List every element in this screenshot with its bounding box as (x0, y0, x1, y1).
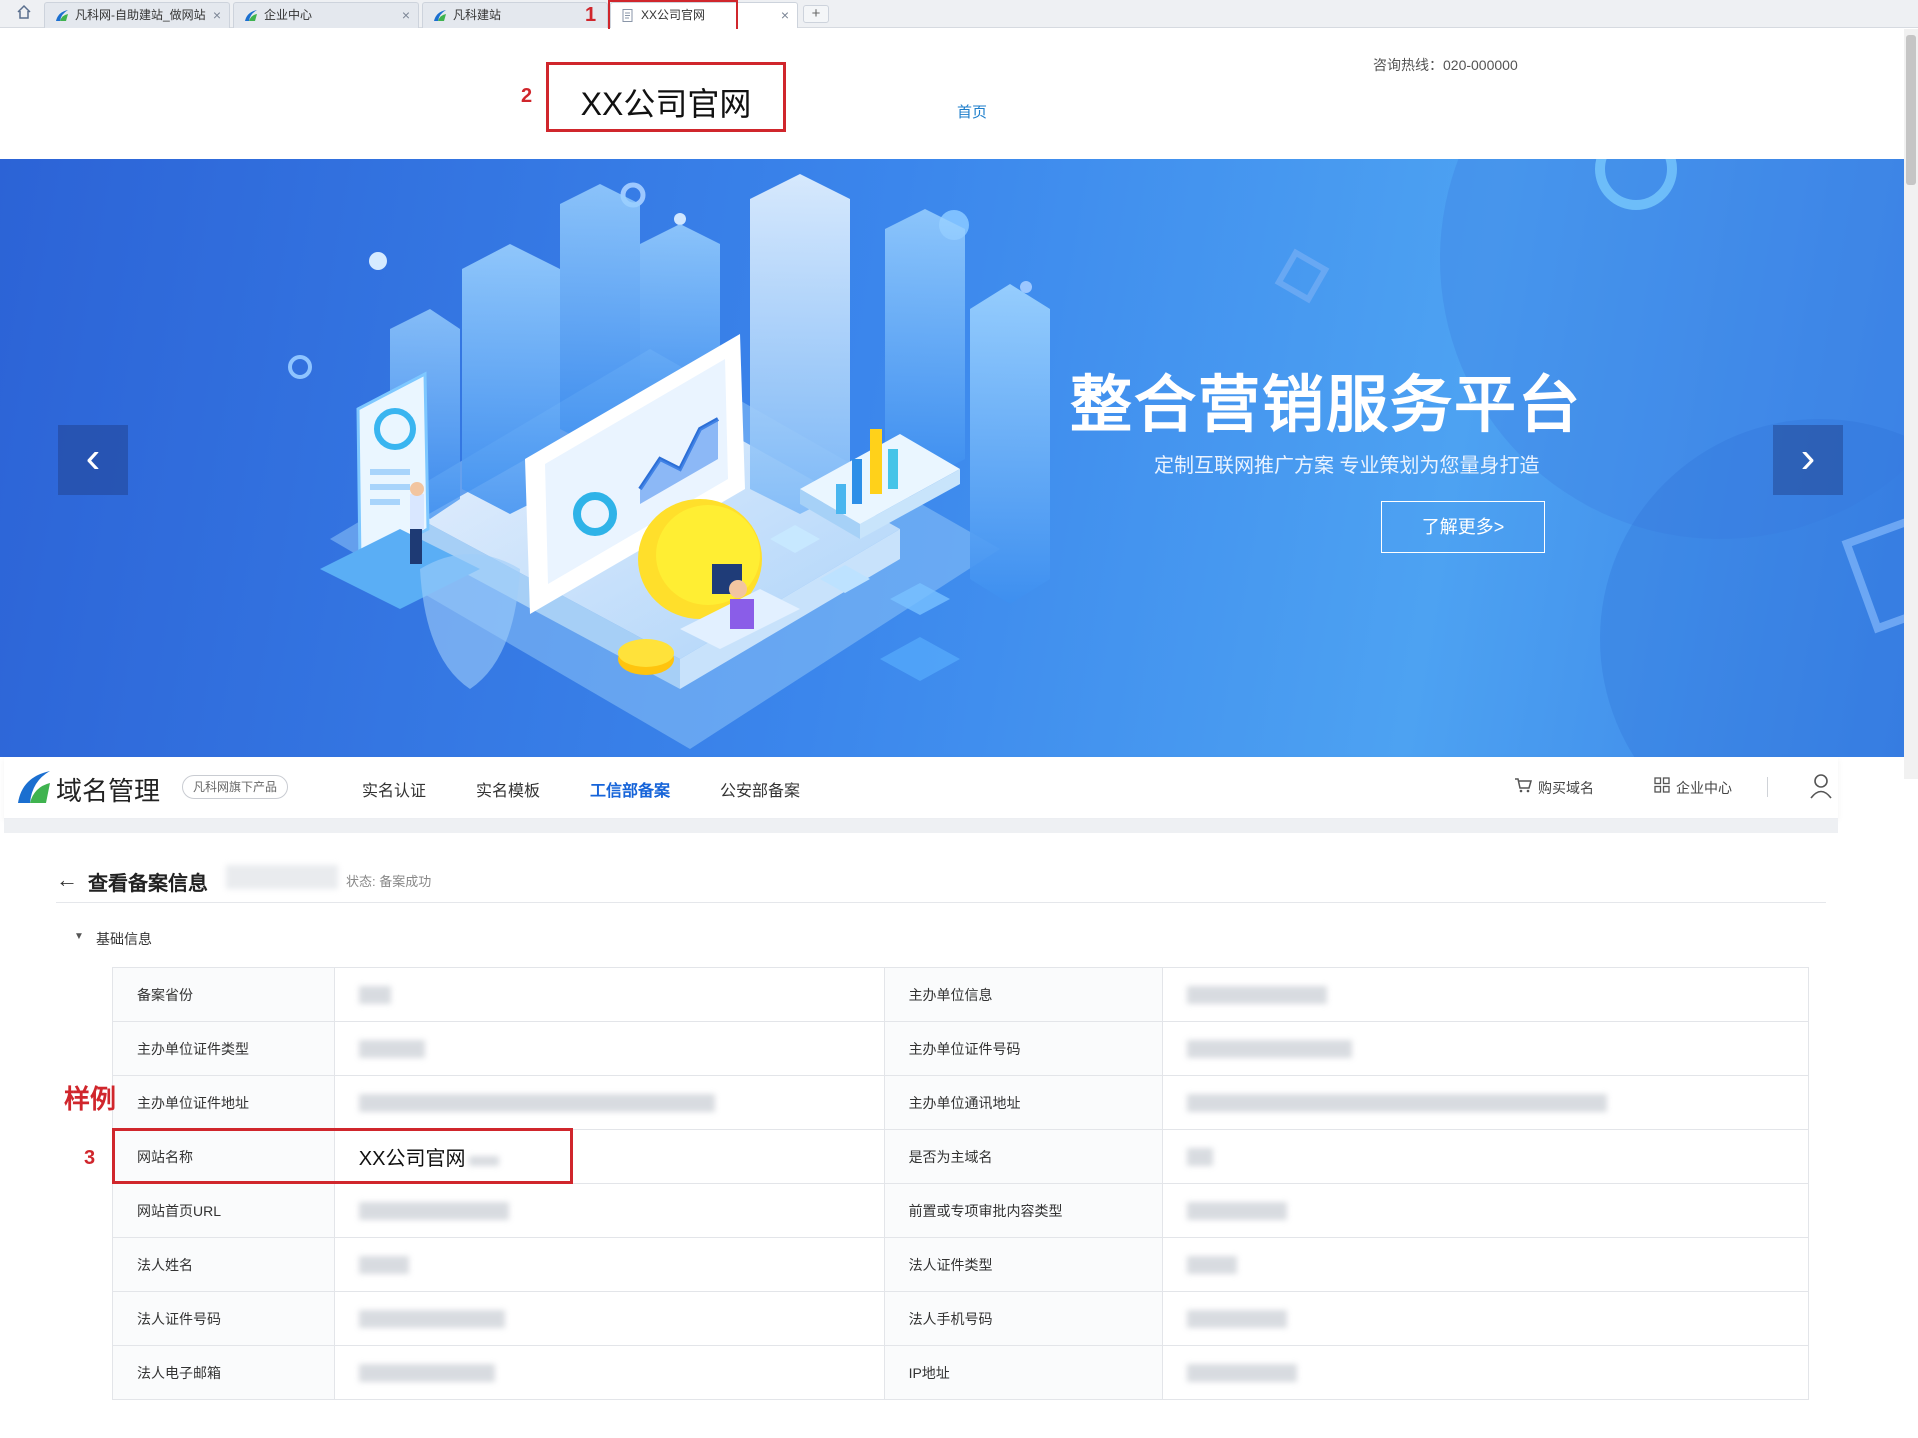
field-value (333, 1183, 885, 1238)
field-label: 是否为主域名 (883, 1129, 1164, 1184)
enterprise-center-link[interactable]: 企业中心 (1654, 777, 1732, 798)
table-row: 主办单位证件类型 主办单位证件号码 (112, 1021, 1809, 1076)
table-row: 法人电子邮箱 IP地址 (112, 1345, 1809, 1400)
field-value (1162, 1021, 1809, 1076)
field-value (333, 1021, 885, 1076)
enterprise-center-label: 企业中心 (1676, 780, 1732, 796)
annotation-number-2: 2 (521, 85, 533, 107)
new-tab-button[interactable]: + (803, 5, 829, 23)
user-icon[interactable] (1809, 773, 1833, 799)
table-row: 备案省份 主办单位信息 (112, 967, 1809, 1022)
tab-label: 凡科建站 (453, 8, 502, 22)
detail-title: 查看备案信息 (88, 873, 208, 895)
table-row: 法人证件号码 法人手机号码 (112, 1291, 1809, 1346)
field-value (333, 1291, 885, 1346)
field-label: 主办单位信息 (883, 967, 1164, 1022)
caret-down-icon[interactable]: ▼ (74, 931, 84, 942)
browser-tab-enterprise-center[interactable]: 企业中心 × (233, 2, 419, 28)
header-divider (56, 902, 1826, 903)
field-label: 备案省份 (112, 967, 335, 1022)
menu-police-filing[interactable]: 公安部备案 (720, 777, 800, 801)
field-value (1162, 1183, 1809, 1238)
fanke-logo-icon (56, 10, 68, 21)
close-icon[interactable]: × (781, 3, 789, 27)
browser-tab-fanke-builder[interactable]: 凡科建站 (422, 2, 608, 28)
site-logo-text[interactable]: XX公司官网 (549, 79, 783, 125)
field-value (1162, 1075, 1809, 1130)
field-label: 法人手机号码 (883, 1291, 1164, 1346)
fanke-logo-icon (245, 10, 257, 21)
filing-status: 状态: 备案成功 (346, 874, 432, 889)
cart-icon (1515, 778, 1532, 793)
buy-domain-label: 购买域名 (1538, 780, 1594, 796)
banner-next-button[interactable]: › (1773, 425, 1843, 495)
tab-label: 凡科网-自助建站_做网站 (75, 8, 206, 22)
tab-label: 企业中心 (264, 8, 313, 22)
grid-icon (1654, 777, 1670, 793)
domain-management-panel: 域名管理 凡科网旗下产品 实名认证 实名模板 工信部备案 公安部备案 购买域名 … (4, 757, 1838, 1438)
close-icon[interactable]: × (213, 3, 221, 27)
menu-real-name-auth[interactable]: 实名认证 (362, 777, 426, 801)
table-row: 网站首页URL 前置或专项审批内容类型 (112, 1183, 1809, 1238)
site-logo-highlight-box: XX公司官网 (546, 62, 786, 132)
page-scrollbar[interactable] (1904, 29, 1918, 779)
hero-banner: ‹ › 整合营销服务平台 定制互联网推广方案 专业策划为您量身打造 了解更多> (0, 159, 1904, 757)
site-header: 咨询热线：020-000000 XX公司官网 2 首页 (0, 29, 1904, 159)
field-label: 网站首页URL (112, 1183, 335, 1238)
site-name-highlight-box (112, 1128, 573, 1184)
table-row: 法人姓名 法人证件类型 (112, 1237, 1809, 1292)
field-value (1162, 1291, 1809, 1346)
home-icon[interactable] (10, 4, 38, 24)
field-label: 前置或专项审批内容类型 (883, 1183, 1164, 1238)
menu-real-name-template[interactable]: 实名模板 (476, 777, 540, 801)
field-value (333, 1075, 885, 1130)
browser-tab-fanke-home[interactable]: 凡科网-自助建站_做网站 × (44, 2, 230, 28)
field-label: 主办单位证件号码 (883, 1021, 1164, 1076)
banner-title: 整合营销服务平台 (1070, 371, 1583, 440)
annotation-number-3: 3 (84, 1147, 96, 1169)
section-basic-info[interactable]: 基础信息 (96, 929, 152, 949)
hotline-text: 咨询热线：020-000000 (1373, 57, 1518, 73)
field-label: 法人证件类型 (883, 1237, 1164, 1292)
domain-management-title: 域名管理 (56, 776, 161, 806)
fanke-logo-icon (18, 771, 50, 803)
blurred-domain (226, 865, 338, 889)
field-label: IP地址 (883, 1345, 1164, 1400)
scrollbar-thumb[interactable] (1906, 35, 1916, 185)
sample-label: 样例 (64, 1084, 117, 1114)
nav-shadow-band (4, 819, 1838, 833)
domain-nav-bar: 域名管理 凡科网旗下产品 实名认证 实名模板 工信部备案 公安部备案 购买域名 … (4, 757, 1838, 819)
field-label: 法人证件号码 (112, 1291, 335, 1346)
nav-home-link[interactable]: 首页 (957, 101, 987, 122)
field-value (333, 967, 885, 1022)
tab-highlight-box (608, 0, 738, 31)
field-value (1162, 1129, 1809, 1184)
field-value (1162, 1345, 1809, 1400)
nav-divider (1767, 777, 1768, 797)
field-label: 主办单位证件地址 (112, 1075, 335, 1130)
buy-domain-link[interactable]: 购买域名 (1514, 777, 1594, 798)
field-label: 主办单位证件类型 (112, 1021, 335, 1076)
field-label: 法人姓名 (112, 1237, 335, 1292)
browser-tab-bar: 凡科网-自助建站_做网站 × 企业中心 × 凡科建站 XX公司官网 × + (0, 0, 1918, 28)
table-row: 主办单位证件地址 主办单位通讯地址 (112, 1075, 1809, 1130)
field-label: 主办单位通讯地址 (883, 1075, 1164, 1130)
fanke-logo-icon (434, 10, 446, 21)
annotation-number-1: 1 (585, 4, 597, 26)
field-label: 法人电子邮箱 (112, 1345, 335, 1400)
product-badge: 凡科网旗下产品 (182, 775, 289, 799)
field-value (333, 1345, 885, 1400)
close-icon[interactable]: × (402, 3, 410, 27)
isometric-illustration (288, 159, 1904, 757)
learn-more-button[interactable]: 了解更多> (1381, 501, 1545, 553)
field-value (333, 1237, 885, 1292)
banner-subtitle: 定制互联网推广方案 专业策划为您量身打造 (1154, 455, 1540, 477)
menu-miit-filing[interactable]: 工信部备案 (590, 777, 670, 801)
field-value (1162, 967, 1809, 1022)
back-arrow-icon[interactable]: ← (56, 867, 78, 893)
banner-prev-button[interactable]: ‹ (58, 425, 128, 495)
field-value (1162, 1237, 1809, 1292)
